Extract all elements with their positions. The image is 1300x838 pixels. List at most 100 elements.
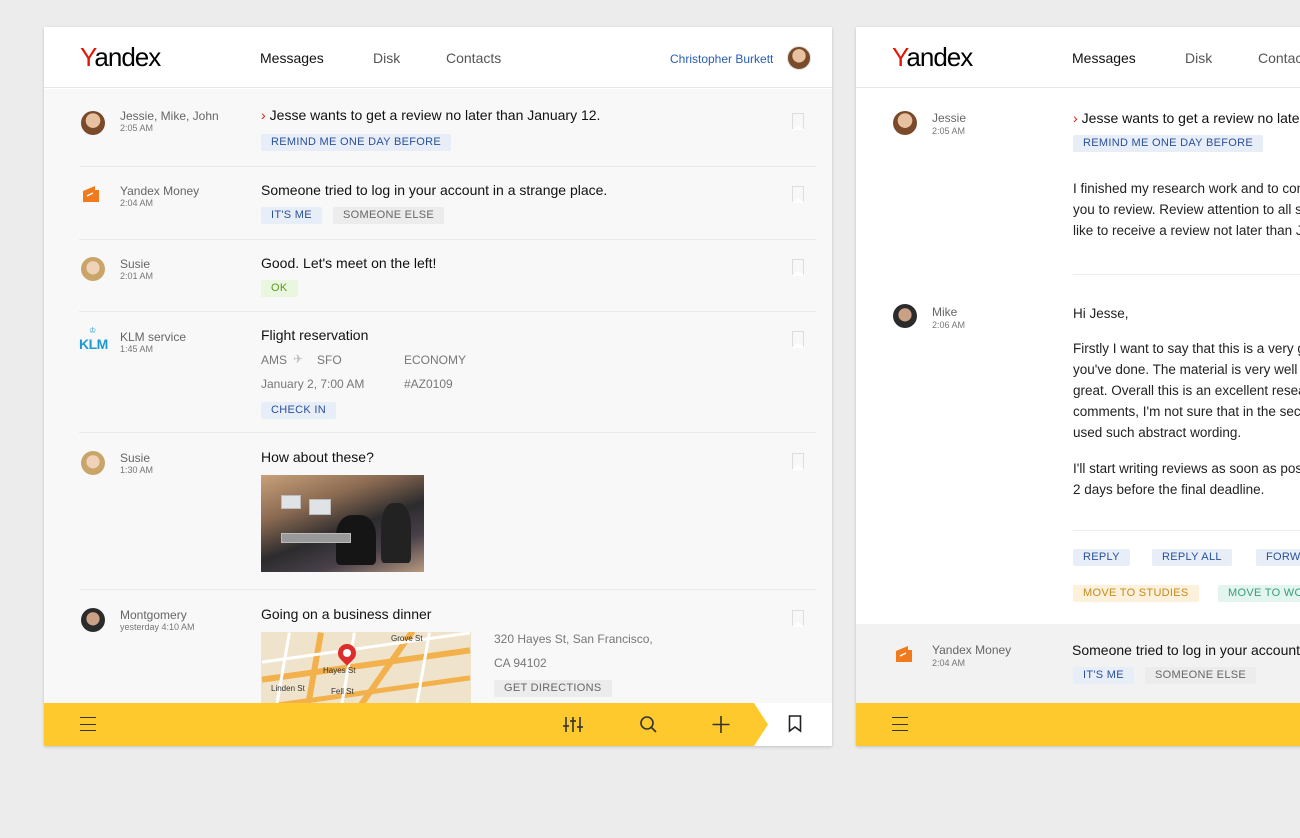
sender-name: KLM service [120,330,187,344]
reply-button[interactable]: REPLY [1073,549,1130,566]
yandex-logo[interactable]: Yandex [80,42,161,73]
bookmark-icon[interactable] [792,610,804,627]
bookmark-icon[interactable] [788,715,802,733]
next-message-row[interactable]: Yandex Money 2:04 AM Someone tried to lo… [856,624,1300,704]
divider [1073,274,1300,275]
klm-logo: KLM [79,336,108,352]
address-line-1: 320 Hayes St, San Francisco, [494,632,653,646]
sender-avatar [81,451,105,475]
map-thumbnail[interactable]: Grove St Hayes St Linden St Fell St [261,632,471,703]
nav-messages[interactable]: Messages [260,50,324,66]
bookmark-icon[interactable] [792,186,804,203]
message-time: 2:04 AM [120,198,154,208]
its-me-button[interactable]: IT'S ME [1073,667,1134,684]
flight-class: ECONOMY [404,353,467,367]
user-name[interactable]: Christopher Burkett [670,52,773,66]
sender-avatar [81,608,105,632]
bookmark-icon[interactable] [792,331,804,348]
message-time: 1:45 AM [120,344,154,354]
bookmark-icon[interactable] [792,259,804,276]
remind-button[interactable]: REMIND ME ONE DAY BEFORE [1073,135,1263,152]
top-bar: Yandex Messages Disk Contacts [856,27,1300,88]
message-subject: Going on a business dinner [261,606,432,622]
plus-icon[interactable] [701,703,741,746]
message-time: yesterday 4:10 AM [120,622,195,632]
bookmark-tab[interactable] [754,703,832,746]
plane-icon: ✈ [293,352,304,366]
message-time: 1:30 AM [120,465,154,475]
its-me-button[interactable]: IT'S ME [261,207,322,224]
flight-to: SFO [317,353,342,367]
klm-crown-icon: ♔ [89,326,97,335]
message-subject: ›Jesse wants to get a review no later th… [1073,110,1300,126]
nav-contacts[interactable]: Contacts [1258,50,1300,66]
flight-date: January 2, 7:00 AM [261,377,365,391]
map-pin-icon [334,640,360,666]
yandex-money-icon [83,186,99,202]
message-subject: Flight reservation [261,327,369,343]
yandex-logo[interactable]: Yandex [892,42,973,73]
sender-name: Susie [120,257,151,271]
message-row[interactable]: Jessie, Mike, John 2:05 AM › Jesse wants … [79,107,816,167]
message-row[interactable]: Susie 1:30 AM How about these? [79,433,816,590]
sender-name: Yandex Money [932,643,1012,657]
move-to-studies-button[interactable]: MOVE TO STUDIES [1073,585,1199,602]
get-directions-button[interactable]: GET DIRECTIONS [494,680,612,697]
check-in-button[interactable]: CHECK IN [261,402,336,419]
someone-else-button[interactable]: SOMEONE ELSE [1145,667,1257,684]
sender-name: Jessie, Mike, John [120,109,219,123]
menu-icon[interactable] [68,703,108,746]
move-to-work-button[interactable]: MOVE TO WORK [1218,585,1300,602]
message-time: 2:06 AM [932,320,966,330]
bottom-toolbar [44,703,832,746]
user-avatar[interactable] [787,46,811,70]
attached-photo[interactable] [261,475,424,572]
thread-view: Jessie 2:05 AM › Jesse wants to get a rev… [856,89,1300,703]
remind-button[interactable]: REMIND ME ONE DAY BEFORE [261,134,451,151]
nav-messages[interactable]: Messages [1072,50,1136,66]
message-row[interactable]: Susie 2:01 AM Good. Let's meet on the le… [79,240,816,312]
message-row[interactable]: Yandex Money 2:04 AM Someone tried to lo… [79,167,816,240]
sender-name: Susie [120,451,151,465]
message-body: I finished my research work and to concl… [1073,181,1300,238]
sender-name: Yandex Money [120,184,200,198]
message-row[interactable]: ♔ KLM KLM service 1:45 AM Flight reserva… [79,312,816,433]
message-time: 2:05 AM [120,123,154,133]
sender-avatar [893,304,917,328]
address-line-2: CA 94102 [494,656,547,670]
sender-avatar [81,257,105,281]
message-greeting: Hi Jesse, [1073,306,1129,321]
nav-contacts[interactable]: Contacts [446,50,501,66]
sender-name: Montgomery [120,608,187,622]
ok-button[interactable]: OK [261,280,298,297]
flight-code: #AZ0109 [404,377,453,391]
message-body: I'll start writing reviews as soon as po… [1073,461,1300,497]
message-subject: How about these? [261,449,374,465]
reply-all-button[interactable]: REPLY ALL [1152,549,1232,566]
filter-sliders-icon[interactable] [554,703,594,746]
message-body: Firstly I want to say that this is a ver… [1073,341,1300,440]
sender-name: Mike [932,305,958,319]
message-subject: ›Jesse wants to get a review no later th… [261,107,601,123]
menu-icon[interactable] [880,703,920,746]
message-row[interactable]: Montgomery yesterday 4:10 AM Going on a … [79,590,816,703]
search-icon[interactable] [628,703,668,746]
inbox-panel: Yandex Messages Disk Contacts Christophe… [44,27,832,746]
important-arrow-icon: › [261,107,266,123]
sender-avatar [893,111,917,135]
bookmark-icon[interactable] [792,113,804,130]
message-subject: Someone tried to log in your account in … [1072,642,1300,658]
top-bar: Yandex Messages Disk Contacts Christophe… [44,27,832,88]
nav-disk[interactable]: Disk [373,50,400,66]
important-arrow-icon: › [1073,110,1078,126]
divider [1073,530,1300,531]
sender-name: Jessie [932,111,967,125]
flight-from: AMS [261,353,288,367]
message-time: 2:04 AM [932,658,966,668]
someone-else-button[interactable]: SOMEONE ELSE [333,207,445,224]
forward-button[interactable]: FORWARD [1256,549,1300,566]
message-subject: Good. Let's meet on the left! [261,255,437,271]
bookmark-icon[interactable] [792,453,804,470]
nav-disk[interactable]: Disk [1185,50,1212,66]
message-subject: Someone tried to log in your account in … [261,182,608,198]
